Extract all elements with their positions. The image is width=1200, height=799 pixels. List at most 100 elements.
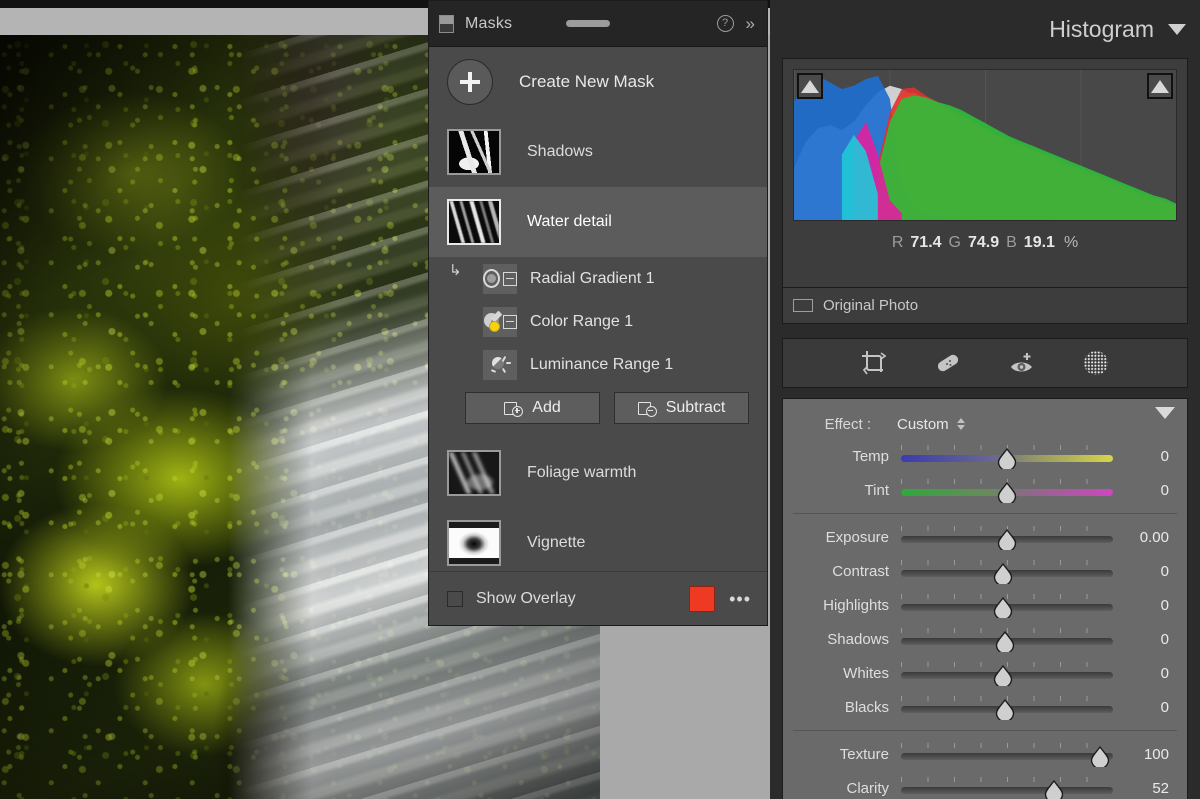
- subtract-button[interactable]: Subtract: [614, 392, 749, 424]
- slider-value[interactable]: 0: [1117, 563, 1187, 580]
- slider-handle[interactable]: [993, 563, 1013, 584]
- bandage-icon[interactable]: [933, 348, 963, 378]
- slider-label: Exposure: [783, 529, 901, 546]
- clipping-triangle-icon: [1151, 80, 1169, 93]
- mask-list-item-foliage-warmth[interactable]: Foliage warmth: [429, 438, 767, 508]
- slider-exposure[interactable]: Exposure 0.00: [783, 520, 1187, 554]
- right-side-panel: Histogram R 71.4 G 74.9 B 19.1: [770, 0, 1200, 799]
- subtract-square-minus-icon: [638, 400, 657, 417]
- slider-track[interactable]: [901, 477, 1113, 503]
- submask-item-luminance-range[interactable]: Luminance Range 1: [447, 343, 767, 386]
- slider-handle[interactable]: [993, 597, 1013, 618]
- ellipsis-icon[interactable]: •••: [729, 590, 751, 608]
- slider-value[interactable]: 0: [1117, 665, 1187, 682]
- slider-shadows[interactable]: Shadows0: [783, 622, 1187, 656]
- slider-track[interactable]: [901, 558, 1113, 584]
- histogram-header[interactable]: Histogram: [770, 0, 1200, 58]
- show-overlay-label: Show Overlay: [476, 590, 576, 608]
- histogram-title: Histogram: [1049, 16, 1154, 43]
- overlay-color-swatch[interactable]: [689, 586, 715, 612]
- slider-temp[interactable]: Temp0: [783, 439, 1187, 473]
- slider-track[interactable]: [901, 592, 1113, 618]
- slider-track[interactable]: [901, 443, 1113, 469]
- lightroom-develop-window: Masks ? » Create New Mask Shadows: [0, 0, 1200, 799]
- add-square-plus-icon: [504, 400, 523, 417]
- effect-row[interactable]: Effect : Custom: [783, 409, 1187, 439]
- add-button[interactable]: Add: [465, 392, 600, 424]
- slider-handle[interactable]: [997, 482, 1017, 503]
- slider-handle[interactable]: [997, 529, 1017, 550]
- submask-mode-toggle-icon[interactable]: [503, 272, 517, 286]
- masks-panel-header[interactable]: Masks ? »: [429, 1, 767, 47]
- slider-value[interactable]: 0: [1117, 631, 1187, 648]
- double-chevron-right-icon[interactable]: »: [746, 15, 755, 32]
- mask-name-label: Foliage warmth: [527, 464, 636, 482]
- mask-list-item-vignette[interactable]: Vignette: [429, 508, 767, 571]
- slider-value[interactable]: 0.00: [1117, 529, 1187, 546]
- slider-whites[interactable]: Whites 0: [783, 656, 1187, 690]
- submask-label: Color Range 1: [530, 313, 633, 331]
- dotted-circle-icon[interactable]: [1081, 348, 1111, 378]
- slider-value[interactable]: 52: [1117, 780, 1187, 797]
- show-overlay-checkbox[interactable]: [447, 591, 463, 607]
- shadow-clipping-indicator[interactable]: [797, 73, 823, 99]
- original-photo-row[interactable]: Original Photo: [782, 288, 1188, 324]
- submask-item-radial-gradient[interactable]: Radial Gradient 1: [447, 257, 767, 300]
- g-value: 74.9: [968, 234, 999, 252]
- slider-handle[interactable]: [993, 665, 1013, 686]
- triangle-down-icon[interactable]: [1168, 24, 1186, 35]
- slider-handle[interactable]: [995, 631, 1015, 652]
- slider-value[interactable]: 100: [1117, 746, 1187, 763]
- slider-handle[interactable]: [995, 699, 1015, 720]
- slider-clarity[interactable]: Clarity52: [783, 771, 1187, 799]
- histogram-plot[interactable]: [793, 69, 1177, 221]
- mask-thumbnail-art: [449, 201, 499, 243]
- histogram-panel: R 71.4 G 74.9 B 19.1 %: [782, 58, 1188, 288]
- stepper-updown-icon[interactable]: [957, 418, 965, 430]
- mask-thumbnail: [447, 199, 501, 245]
- mask-thumbnail-art: [449, 522, 499, 564]
- mask-list-item-water-detail[interactable]: Water detail: [429, 187, 767, 257]
- mask-list-item-shadows[interactable]: Shadows: [429, 117, 767, 187]
- slider-handle[interactable]: [997, 448, 1017, 469]
- slider-handle[interactable]: [1044, 780, 1064, 799]
- edit-sliders-panel: Effect : Custom Temp0Tint0 Exposure 0.00 Co…: [782, 398, 1188, 799]
- b-label: B: [1006, 234, 1017, 252]
- slider-value[interactable]: 0: [1117, 597, 1187, 614]
- b-value: 19.1: [1024, 234, 1055, 252]
- slider-track[interactable]: [901, 524, 1113, 550]
- crop-overlay-icon[interactable]: [859, 348, 889, 378]
- slider-ticks: [901, 777, 1113, 782]
- rgb-readout: R 71.4 G 74.9 B 19.1 %: [793, 221, 1177, 265]
- slider-value[interactable]: 0: [1117, 482, 1187, 499]
- eye-plus-icon[interactable]: [1007, 348, 1037, 378]
- slider-blacks[interactable]: Blacks0: [783, 690, 1187, 724]
- effect-value[interactable]: Custom: [897, 416, 949, 433]
- percent-unit: %: [1064, 234, 1078, 252]
- slider-contrast[interactable]: Contrast0: [783, 554, 1187, 588]
- submask-item-color-range[interactable]: Color Range 1: [447, 300, 767, 343]
- mask-thumbnail: [447, 450, 501, 496]
- slider-texture[interactable]: Texture100: [783, 737, 1187, 771]
- luminance-range-icon: [483, 350, 517, 380]
- slider-track[interactable]: [901, 775, 1113, 799]
- slider-value[interactable]: 0: [1117, 699, 1187, 716]
- slider-value[interactable]: 0: [1117, 448, 1187, 465]
- help-circle-icon[interactable]: ?: [717, 15, 734, 32]
- highlight-clipping-indicator[interactable]: [1147, 73, 1173, 99]
- slider-highlights[interactable]: Highlights0: [783, 588, 1187, 622]
- add-subtract-row: Add Subtract: [447, 386, 767, 438]
- slider-track[interactable]: [901, 741, 1113, 767]
- slider-track[interactable]: [901, 626, 1113, 652]
- slider-handle[interactable]: [1090, 746, 1110, 767]
- mask-square-icon: [439, 15, 454, 33]
- panel-drag-handle[interactable]: [566, 20, 610, 27]
- submask-mode-toggle-icon[interactable]: [503, 315, 517, 329]
- slider-track[interactable]: [901, 660, 1113, 686]
- slider-rail: [901, 753, 1113, 760]
- slider-track[interactable]: [901, 694, 1113, 720]
- slider-label: Whites: [783, 665, 901, 682]
- create-new-mask-button[interactable]: Create New Mask: [429, 47, 767, 117]
- slider-tint[interactable]: Tint0: [783, 473, 1187, 507]
- triangle-down-icon[interactable]: [1155, 407, 1175, 419]
